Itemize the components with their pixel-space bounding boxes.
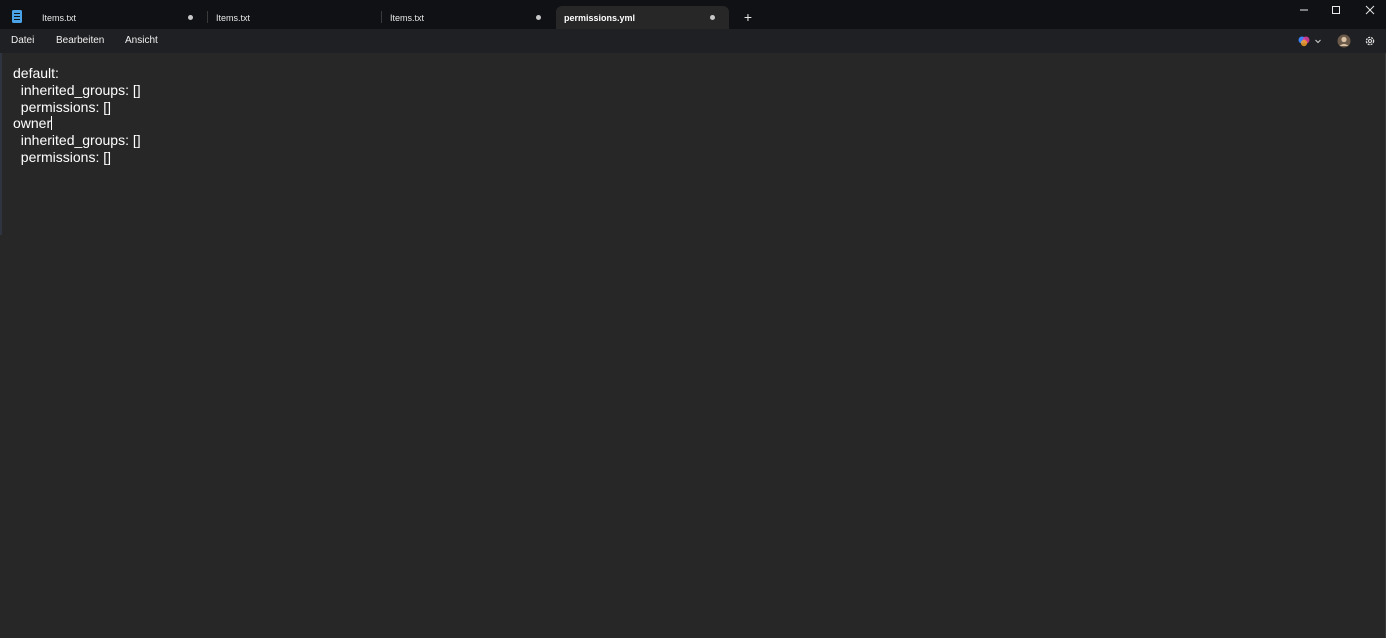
tab-label: permissions.yml: [564, 12, 636, 23]
code-line-text: owner: [13, 115, 52, 131]
tab-label: Items.txt: [42, 12, 77, 23]
code-line: default:: [13, 65, 59, 81]
unsaved-indicator[interactable]: [188, 15, 193, 20]
minimize-icon: [1300, 9, 1308, 11]
close-icon: [1365, 5, 1375, 15]
menu-view[interactable]: Ansicht: [125, 35, 158, 46]
text-caret: [51, 116, 53, 130]
tab-label: Items.txt: [390, 12, 425, 23]
copilot-button[interactable]: [1296, 33, 1312, 49]
tab-bar: Items.txt Items.txt Items.txt permission…: [0, 0, 1386, 29]
menu-file[interactable]: Datei: [11, 35, 34, 46]
tab-permissions[interactable]: permissions.yml: [556, 6, 729, 29]
minimize-button[interactable]: [1294, 2, 1314, 18]
notepad-window: Items.txt Items.txt Items.txt permission…: [0, 0, 1386, 638]
chevron-down-icon: [1315, 39, 1321, 44]
menu-edit[interactable]: Bearbeiten: [56, 35, 104, 46]
tab-items-3[interactable]: Items.txt: [382, 6, 555, 29]
unsaved-indicator[interactable]: [710, 15, 715, 20]
avatar-icon: [1337, 34, 1351, 48]
code-line: inherited_groups: []: [13, 132, 141, 148]
notepad-icon: [12, 10, 22, 23]
maximize-button[interactable]: [1326, 2, 1346, 18]
code-line: inherited_groups: []: [13, 82, 141, 98]
maximize-icon: [1332, 6, 1340, 14]
tab-items-2[interactable]: Items.txt: [208, 6, 381, 29]
tab-items-1[interactable]: Items.txt: [34, 6, 207, 29]
scroll-indicator[interactable]: [0, 53, 2, 235]
menu-bar: Datei Bearbeiten Ansicht: [0, 29, 1386, 53]
profile-button[interactable]: [1336, 33, 1352, 49]
tab-label: Items.txt: [216, 12, 251, 23]
copilot-icon: [1298, 36, 1310, 47]
new-tab-button[interactable]: +: [740, 9, 756, 25]
gear-icon: [1365, 36, 1375, 46]
close-button[interactable]: [1360, 2, 1380, 18]
settings-button[interactable]: [1362, 33, 1378, 49]
code-line: permissions: []: [13, 99, 112, 115]
copilot-dropdown[interactable]: [1312, 33, 1324, 49]
unsaved-indicator[interactable]: [536, 15, 541, 20]
text-editor[interactable]: default: inherited_groups: [] permission…: [0, 53, 1386, 638]
code-line-caret: owner: [13, 115, 53, 132]
code-line: permissions: []: [13, 149, 112, 165]
